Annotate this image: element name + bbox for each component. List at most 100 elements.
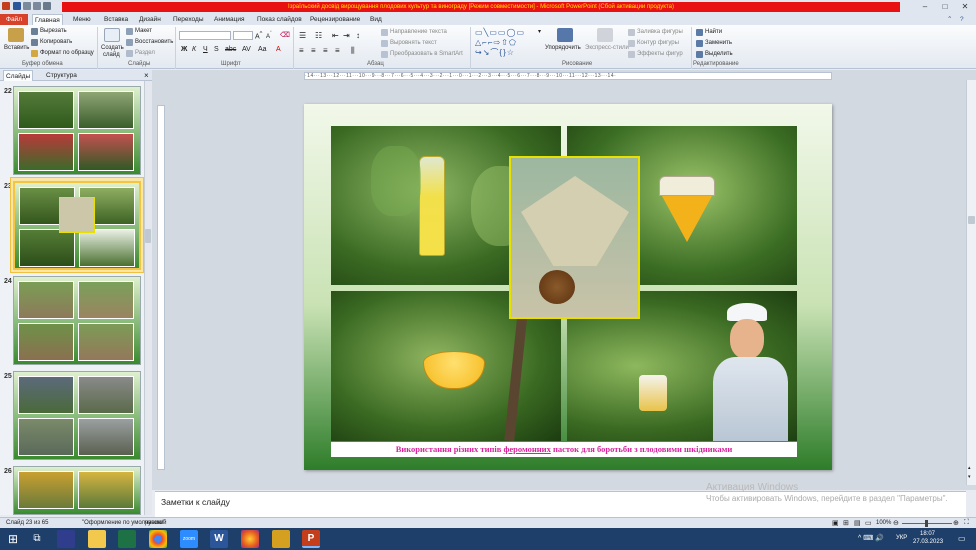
bullets-icon[interactable]: ☰ — [299, 31, 306, 40]
section-button[interactable]: Раздел — [135, 50, 155, 56]
minimize-ribbon-icon[interactable]: ⌃ — [945, 14, 954, 25]
minimize-button[interactable]: – — [918, 1, 932, 12]
normal-view-icon[interactable]: ▣ — [832, 519, 839, 527]
tab-review[interactable]: Рецензирование — [308, 14, 362, 25]
paste-button[interactable]: Вставить — [4, 45, 29, 51]
clear-format-icon[interactable]: ⌫ — [280, 31, 290, 39]
shape-fill-button[interactable]: Заливка фигуры — [637, 29, 683, 35]
text-direction-button[interactable]: Направление текста — [390, 29, 447, 35]
case-icon[interactable]: Aa — [258, 46, 267, 53]
arrange-button[interactable]: Упорядочить — [545, 45, 581, 51]
powerpoint-icon[interactable] — [2, 2, 10, 10]
quick-access-dropdown-icon[interactable] — [43, 2, 51, 10]
powerpoint-taskbar-icon[interactable]: P — [302, 530, 320, 548]
slide-canvas[interactable] — [304, 104, 832, 470]
tab-view[interactable]: Вид — [368, 14, 384, 25]
thumbnails-scroll-thumb[interactable] — [145, 229, 151, 243]
quick-styles-icon[interactable] — [597, 28, 613, 42]
smartart-button[interactable]: Преобразовать в SmartArt — [390, 51, 463, 57]
bold-icon[interactable]: Ж — [181, 46, 187, 53]
notifications-icon[interactable]: ▭ — [958, 534, 966, 543]
spacing-icon[interactable]: AV — [242, 46, 251, 53]
system-tray-icons[interactable]: ^ ⌨ 🔊 — [858, 534, 884, 542]
excel-icon[interactable] — [118, 530, 136, 548]
shapes-gallery[interactable]: ▭╲▭▭◯▭ △⌐⌐⇨⇧⬠ ↪↘⌒{}☆ — [475, 28, 537, 58]
cut-button[interactable]: Вырезать — [40, 28, 67, 34]
columns-icon[interactable]: ⫼ — [351, 46, 355, 56]
align-right-icon[interactable]: ≡ — [323, 46, 328, 55]
new-slide-button[interactable]: Создать — [101, 45, 124, 51]
firefox-icon[interactable] — [241, 530, 259, 548]
help-icon[interactable]: ? — [958, 14, 966, 25]
arrange-icon[interactable] — [557, 28, 573, 42]
taskbar-app-icon[interactable] — [57, 530, 75, 548]
quick-styles-button[interactable]: Экспресс-стили — [585, 45, 629, 51]
tab-insert[interactable]: Вставка — [102, 14, 130, 25]
tab-menu[interactable]: Меню — [71, 14, 93, 25]
slide-thumbnail[interactable] — [13, 466, 141, 515]
maximize-button[interactable]: □ — [938, 1, 952, 12]
prev-slide-icon[interactable]: ▴ — [968, 465, 975, 471]
zoom-slider-thumb[interactable] — [925, 520, 928, 527]
taskbar-app-icon[interactable] — [272, 530, 290, 548]
numbering-icon[interactable]: ☷ — [315, 31, 322, 40]
font-size-combo[interactable] — [233, 31, 253, 40]
zoom-app-icon[interactable]: zoom — [180, 530, 198, 548]
save-icon[interactable] — [13, 2, 21, 10]
thumbnails-scrollbar[interactable] — [144, 81, 152, 515]
input-language[interactable]: УКР — [896, 535, 907, 541]
slide-scroll-thumb[interactable] — [968, 216, 975, 224]
language-status[interactable]: русский — [145, 520, 167, 526]
copy-button[interactable]: Копировать — [40, 39, 72, 45]
line-spacing-icon[interactable]: ↕ — [356, 31, 360, 40]
paste-icon[interactable] — [8, 28, 24, 42]
clock-time[interactable]: 18:07 — [920, 531, 935, 537]
decrease-indent-icon[interactable]: ⇤ — [332, 31, 339, 40]
chrome-icon[interactable] — [149, 530, 167, 548]
start-icon[interactable]: ⊞ — [4, 530, 22, 548]
slide-sorter-icon[interactable]: ⊞ — [843, 519, 849, 527]
zoom-level[interactable]: 100% — [876, 520, 891, 526]
close-button[interactable]: ✕ — [958, 1, 972, 12]
slide-caption[interactable]: Використання різних типів феромонних пас… — [331, 442, 797, 457]
task-view-icon[interactable]: ⧉ — [28, 530, 46, 548]
word-icon[interactable]: W — [210, 530, 228, 548]
tab-slides[interactable]: Слайды — [3, 70, 34, 81]
tab-design[interactable]: Дизайн — [137, 14, 163, 25]
replace-button[interactable]: Заменить — [705, 40, 732, 46]
font-family-combo[interactable] — [179, 31, 231, 40]
tab-animation[interactable]: Анимация — [212, 14, 247, 25]
shape-outline-button[interactable]: Контур фигуры — [637, 40, 679, 46]
tab-outline[interactable]: Структура — [44, 70, 79, 81]
justify-icon[interactable]: ≡ — [335, 46, 340, 55]
reset-button[interactable]: Восстановить — [135, 39, 173, 45]
tab-slideshow[interactable]: Показ слайдов — [255, 14, 304, 25]
shadow-icon[interactable]: S — [214, 46, 219, 53]
format-painter-button[interactable]: Формат по образцу — [40, 50, 94, 56]
slide-thumbnail[interactable] — [13, 276, 141, 365]
reading-view-icon[interactable]: ▤ — [854, 519, 861, 527]
next-slide-icon[interactable]: ▾ — [968, 474, 975, 480]
font-color-icon[interactable]: A — [276, 46, 281, 53]
tab-transitions[interactable]: Переходы — [171, 14, 206, 25]
zoom-in-icon[interactable]: ⊕ — [953, 519, 959, 527]
undo-icon[interactable] — [23, 2, 31, 10]
new-slide-icon[interactable] — [104, 28, 120, 42]
file-explorer-icon[interactable] — [88, 530, 106, 548]
layout-button[interactable]: Макет — [135, 28, 152, 34]
clock-date[interactable]: 27.03.2023 — [913, 539, 943, 545]
underline-icon[interactable]: Ч — [203, 46, 208, 53]
slideshow-view-icon[interactable]: ▭ — [865, 519, 872, 527]
slide-scrollbar[interactable]: ▴ ▾ — [966, 80, 976, 485]
shapes-more-icon[interactable]: ▾ — [538, 28, 541, 35]
find-button[interactable]: Найти — [705, 29, 722, 35]
align-center-icon[interactable]: ≡ — [311, 46, 316, 55]
italic-icon[interactable]: К — [192, 46, 196, 53]
strikethrough-icon[interactable]: abc — [225, 46, 236, 53]
shape-effects-button[interactable]: Эффекты фигур — [637, 51, 683, 57]
grow-font-icon[interactable]: A^ — [255, 31, 262, 40]
redo-icon[interactable] — [33, 2, 41, 10]
shrink-font-icon[interactable]: Aˇ — [266, 31, 272, 40]
zoom-out-icon[interactable]: ⊖ — [893, 519, 899, 527]
slide-thumbnail[interactable] — [13, 86, 141, 175]
